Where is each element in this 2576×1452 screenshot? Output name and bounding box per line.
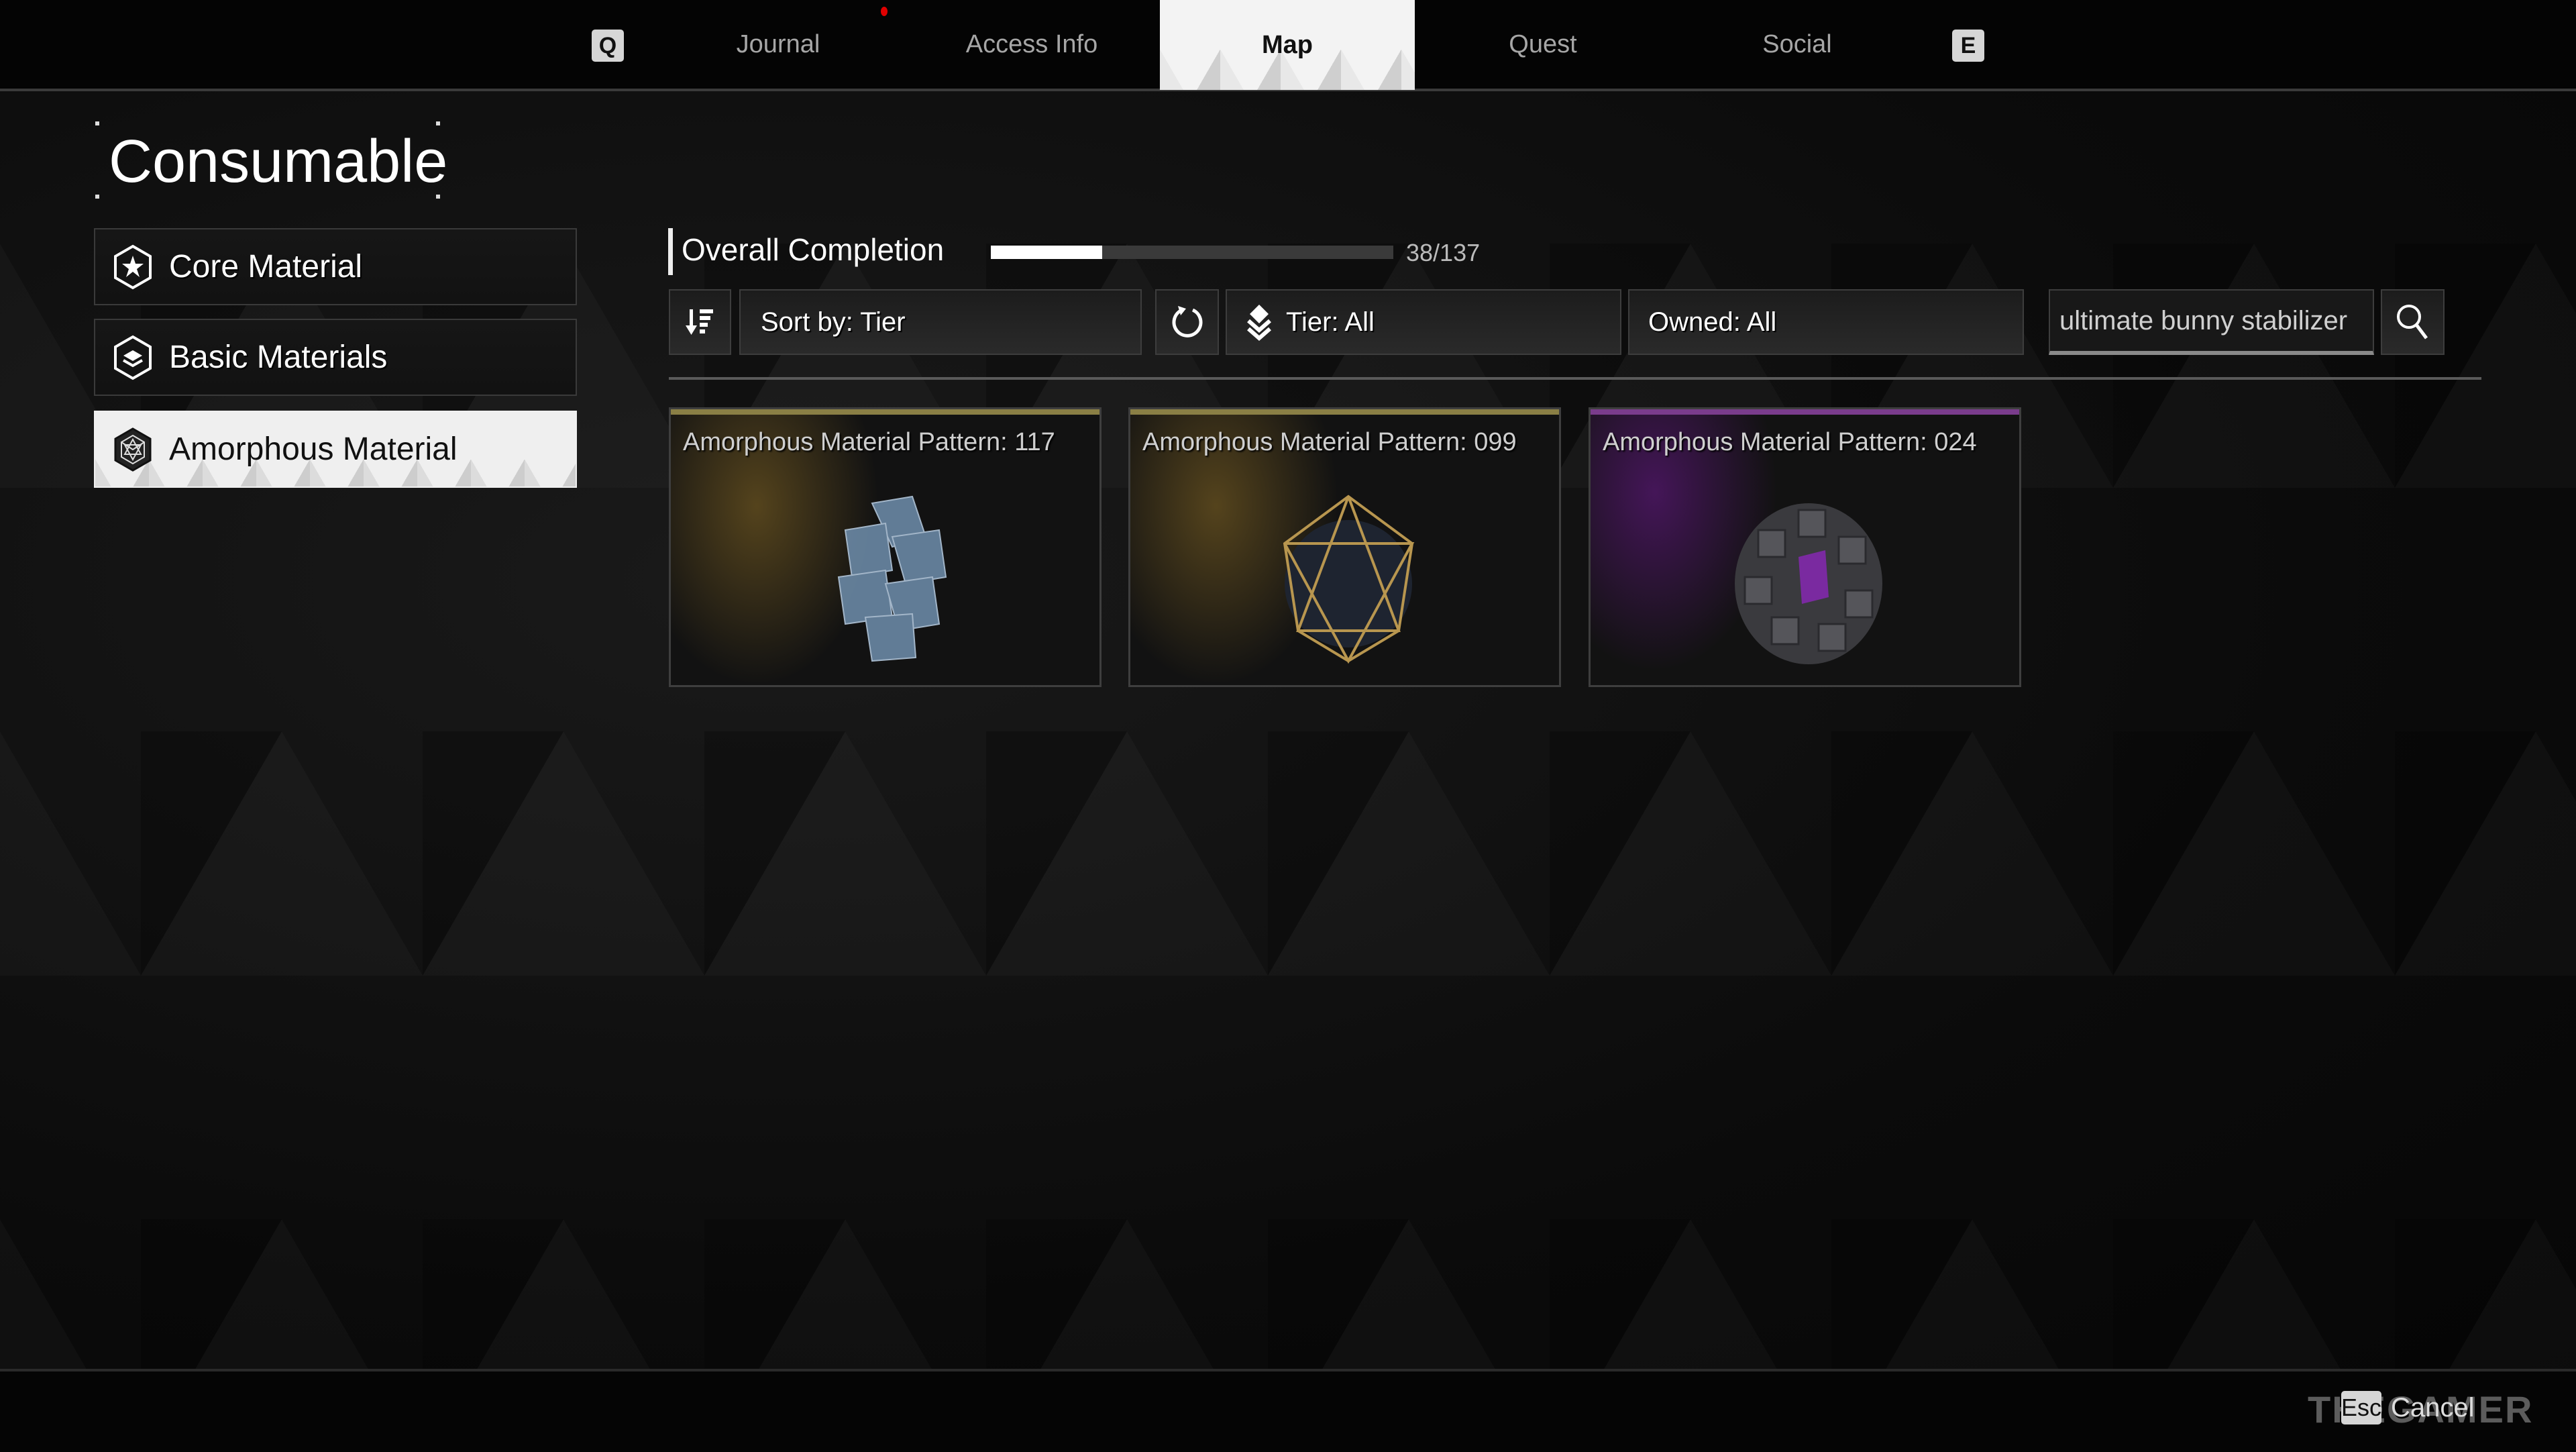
item-name: Amorphous Material Pattern: 117 (683, 428, 1055, 456)
cancel-button[interactable]: Cancel (2391, 1393, 2475, 1423)
page-title-frame: Consumable (95, 121, 447, 199)
hexagon-star-icon (114, 244, 152, 289)
sort-descending-icon (685, 309, 713, 335)
crystal-cluster-icon (837, 495, 947, 662)
completion-progress-fill (991, 246, 1103, 259)
owned-filter-label: Owned: All (1648, 307, 1777, 337)
reset-filters-button[interactable] (1155, 289, 1219, 355)
sidebar-item-label: Core Material (169, 249, 363, 284)
item-card[interactable]: Amorphous Material Pattern: 099 (1128, 407, 1561, 687)
search-input[interactable] (2049, 289, 2374, 355)
lattice-cluster-icon (1283, 495, 1415, 664)
tier-filter-dropdown[interactable]: Tier: All (1226, 289, 1621, 355)
item-name: Amorphous Material Pattern: 099 (1142, 428, 1517, 456)
sidebar-item-label: Basic Materials (169, 340, 388, 375)
sidebar-item-label: Amorphous Material (169, 431, 458, 467)
magnifier-icon (2396, 305, 2428, 340)
hexagon-layers-icon (114, 335, 152, 380)
sidebar-item-basic-materials[interactable]: Basic Materials (94, 319, 577, 396)
sidebar-item-core-material[interactable]: Core Material (94, 228, 577, 305)
sort-order-button[interactable] (669, 289, 731, 355)
item-card[interactable]: Amorphous Material Pattern: 024 (1589, 407, 2021, 687)
sort-by-label: Sort by: Tier (761, 307, 906, 337)
owned-filter-dropdown[interactable]: Owned: All (1628, 289, 2024, 355)
completion-marker (668, 228, 673, 275)
filter-divider (669, 377, 2481, 380)
refresh-icon (1172, 306, 1202, 338)
tab-quest[interactable]: Quest (1415, 0, 1670, 89)
corner-marker (95, 121, 99, 125)
rarity-bar (1130, 409, 1559, 415)
completion-label: Overall Completion (682, 232, 945, 267)
tier-filter-label: Tier: All (1286, 307, 1375, 337)
sidebar-item-amorphous-material[interactable]: Amorphous Material (94, 411, 577, 488)
item-card[interactable]: Amorphous Material Pattern: 117 (669, 407, 1102, 687)
top-navigation: Q Journal Access Info Map Quest Social E (0, 0, 2576, 91)
page-title: Consumable (109, 128, 448, 195)
cube-cluster-icon (1735, 503, 1882, 664)
search-button[interactable] (2381, 289, 2445, 355)
hexagon-polyhedron-icon (114, 427, 152, 472)
corner-marker (95, 195, 99, 199)
completion-count: 38/137 (1406, 239, 1481, 266)
notification-dot-icon (881, 7, 888, 16)
footer-bar (0, 1369, 2576, 1452)
tab-social[interactable]: Social (1670, 0, 1925, 89)
corner-marker (436, 121, 440, 125)
rarity-bar (1591, 409, 2019, 415)
prev-tab-key[interactable]: Q (592, 30, 624, 62)
tab-journal[interactable]: Journal (651, 0, 906, 89)
tab-access-info[interactable]: Access Info (904, 0, 1159, 89)
tier-layers-icon (1247, 305, 1271, 341)
next-tab-key[interactable]: E (1952, 30, 1984, 62)
item-name: Amorphous Material Pattern: 024 (1603, 428, 1977, 456)
tab-map[interactable]: Map (1160, 0, 1415, 90)
completion-progress-bar (991, 246, 1393, 259)
sort-by-dropdown[interactable]: Sort by: Tier (739, 289, 1142, 355)
cancel-key[interactable]: Esc (2341, 1391, 2381, 1424)
rarity-bar (671, 409, 1099, 415)
background-pattern (0, 0, 2576, 1449)
